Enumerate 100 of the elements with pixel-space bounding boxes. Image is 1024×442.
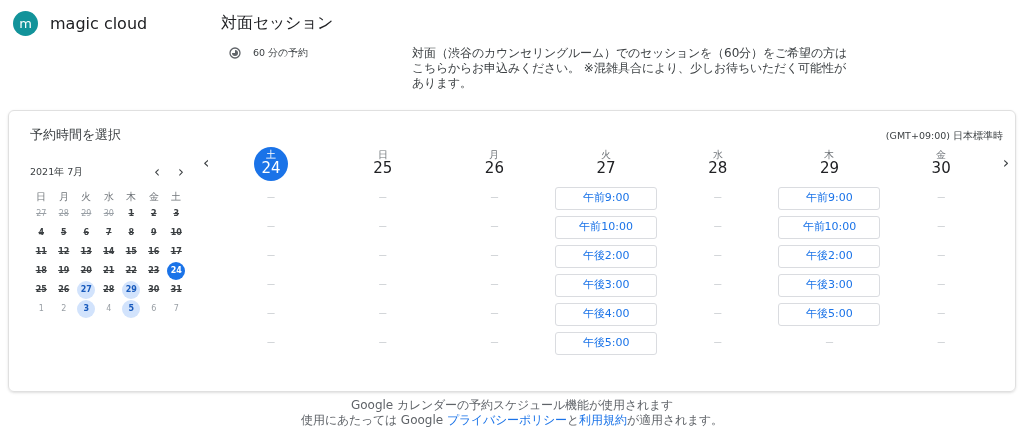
footer-text: Google カレンダーの予約スケジュール機能が使用されます: [350, 398, 674, 413]
weekday-label: 日: [36, 189, 47, 204]
day-header[interactable]: 水 28: [700, 146, 735, 181]
unavailable-dash: —: [267, 279, 276, 291]
calendar-day: 2: [144, 205, 163, 223]
unavailable-dash: —: [378, 221, 387, 233]
unavailable-dash: —: [713, 279, 722, 291]
unavailable-dash: —: [490, 279, 499, 291]
previous-week-button[interactable]: ‹: [197, 154, 216, 171]
calendar-day: 16: [144, 243, 163, 261]
time-slot-button[interactable]: 午後3:00: [555, 273, 658, 297]
unavailable-dash: —: [713, 337, 722, 349]
time-slot-button[interactable]: 午前10:00: [778, 215, 881, 239]
time-slot-button[interactable]: 午前10:00: [555, 215, 658, 239]
calendar-day: 7: [167, 300, 186, 318]
month-label: 2021年 7月: [30, 164, 84, 179]
calendar-day: 21: [99, 262, 118, 280]
time-slot-button[interactable]: 午後2:00: [555, 244, 658, 268]
weekday-label: 金: [148, 189, 159, 204]
unavailable-dash: —: [713, 250, 722, 262]
calendar-day: 15: [122, 243, 141, 261]
calendar-day: 25: [32, 281, 51, 299]
calendar-day[interactable]: 5: [122, 300, 141, 318]
unavailable-dash: —: [378, 192, 387, 204]
time-slot-button[interactable]: 午後3:00: [778, 273, 881, 297]
unavailable-dash: —: [937, 337, 946, 349]
time-slot-button[interactable]: 午後2:00: [778, 244, 881, 268]
unavailable-dash: —: [378, 337, 387, 349]
weekday-label: 月: [58, 189, 69, 204]
day-header[interactable]: 日 25: [365, 146, 400, 181]
footer-text: と: [566, 413, 579, 428]
day-header[interactable]: 土 24: [254, 146, 289, 181]
section-heading: 予約時間を選択: [29, 126, 121, 144]
unavailable-dash: —: [490, 192, 499, 204]
time-slot-button[interactable]: 午後5:00: [778, 302, 881, 326]
unavailable-dash: —: [267, 250, 276, 262]
calendar-day: 4: [32, 224, 51, 242]
footer-text: 使用にあたっては Google: [301, 413, 445, 428]
calendar-day: 6: [77, 224, 96, 242]
day-header[interactable]: 火 27: [589, 146, 624, 181]
calendar-day[interactable]: 24: [167, 262, 186, 280]
calendar-day: 5: [54, 224, 73, 242]
calendar-day[interactable]: 3: [77, 300, 96, 318]
day-header[interactable]: 金 30: [924, 146, 959, 181]
unavailable-dash: —: [267, 221, 276, 233]
terms-link[interactable]: 利用規約: [578, 413, 627, 428]
calendar-day[interactable]: 27: [77, 281, 96, 299]
day-header[interactable]: 木 29: [812, 146, 847, 181]
calendar-day: 30: [144, 281, 163, 299]
next-week-button[interactable]: ›: [997, 154, 1015, 171]
unavailable-dash: —: [937, 250, 946, 262]
event-title: 対面セッション: [221, 12, 334, 34]
brand-logo: m: [13, 11, 38, 36]
calendar-day: 17: [167, 243, 186, 261]
brand-name: magic cloud: [50, 13, 148, 35]
privacy-policy-link[interactable]: プライバシーポリシー: [446, 413, 567, 428]
unavailable-dash: —: [378, 250, 387, 262]
calendar-day: 11: [32, 243, 51, 261]
calendar-day: 8: [122, 224, 141, 242]
calendar-day: 29: [77, 205, 96, 223]
unavailable-dash: —: [267, 308, 276, 320]
next-month-button[interactable]: ›: [176, 164, 186, 180]
time-slot-button[interactable]: 午前9:00: [555, 186, 658, 210]
unavailable-dash: —: [713, 221, 722, 233]
previous-month-button[interactable]: ‹: [152, 164, 162, 180]
calendar-day: 23: [144, 262, 163, 280]
calendar-day: 2: [54, 300, 73, 318]
footer-text: が適用されます。: [626, 413, 723, 428]
calendar-day[interactable]: 29: [122, 281, 141, 299]
calendar-day: 19: [54, 262, 73, 280]
calendar-day: 9: [144, 224, 163, 242]
calendar-day: 30: [99, 205, 118, 223]
calendar-day: 28: [99, 281, 118, 299]
calendar-day: 12: [54, 243, 73, 261]
calendar-day: 22: [122, 262, 141, 280]
calendar-day: 6: [144, 300, 163, 318]
calendar-day: 18: [32, 262, 51, 280]
unavailable-dash: —: [825, 337, 834, 349]
day-header[interactable]: 月 26: [477, 146, 512, 181]
time-slot-button[interactable]: 午後5:00: [555, 331, 658, 355]
calendar-day: 13: [77, 243, 96, 261]
timezone-label: (GMT+09:00) 日本標準時: [885, 129, 1004, 143]
unavailable-dash: —: [937, 221, 946, 233]
unavailable-dash: —: [378, 279, 387, 291]
calendar-day: 14: [99, 243, 118, 261]
unavailable-dash: —: [490, 250, 499, 262]
unavailable-dash: —: [937, 308, 946, 320]
time-slot-button[interactable]: 午後4:00: [555, 302, 658, 326]
time-slot-button[interactable]: 午前9:00: [778, 186, 881, 210]
unavailable-dash: —: [490, 337, 499, 349]
unavailable-dash: —: [937, 192, 946, 204]
unavailable-dash: —: [267, 337, 276, 349]
unavailable-dash: —: [937, 279, 946, 291]
calendar-day: 27: [32, 205, 51, 223]
calendar-day: 10: [167, 224, 186, 242]
calendar-day: 1: [122, 205, 141, 223]
duration-text: 60 分の予約: [253, 46, 309, 60]
calendar-day: 1: [32, 300, 51, 318]
weekday-label: 水: [103, 189, 114, 204]
calendar-day: 31: [167, 281, 186, 299]
